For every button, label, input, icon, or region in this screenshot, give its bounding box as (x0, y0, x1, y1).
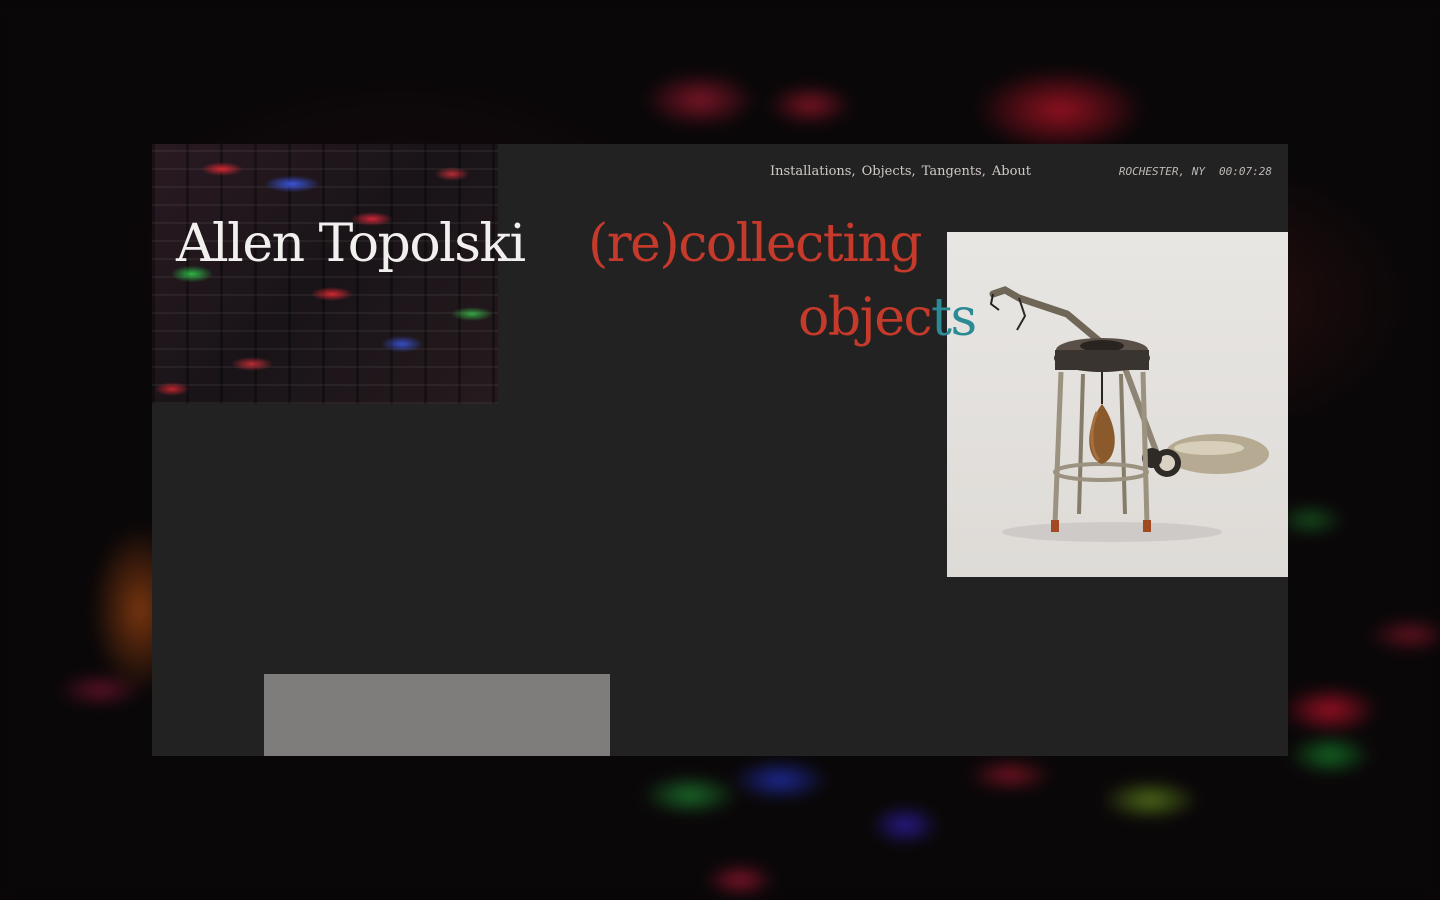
clock-installation-image[interactable] (152, 144, 498, 404)
location-clock: ROCHESTER, NY 00:07:28 (1119, 165, 1272, 178)
nav-about[interactable]: About (992, 164, 1031, 179)
sculpture-image[interactable] (947, 232, 1288, 577)
location-label: ROCHESTER, NY (1118, 165, 1206, 178)
page-title-line2: objects (798, 288, 977, 348)
main-panel: Installations, Objects, Tangents, About … (152, 144, 1288, 756)
clock-readout: 00:07:28 (1219, 165, 1272, 178)
loading-thumbnail[interactable] (264, 674, 610, 756)
nav-objects[interactable]: Objects, (862, 164, 916, 179)
page-title-line1: (re)collecting (588, 214, 923, 274)
artist-name[interactable]: Allen Topolski (176, 214, 526, 274)
nav-installations[interactable]: Installations, (770, 164, 856, 179)
main-nav: Installations, Objects, Tangents, About (770, 164, 1031, 179)
sculpture-illustration (989, 286, 1269, 542)
nav-tangents[interactable]: Tangents, (922, 164, 986, 179)
